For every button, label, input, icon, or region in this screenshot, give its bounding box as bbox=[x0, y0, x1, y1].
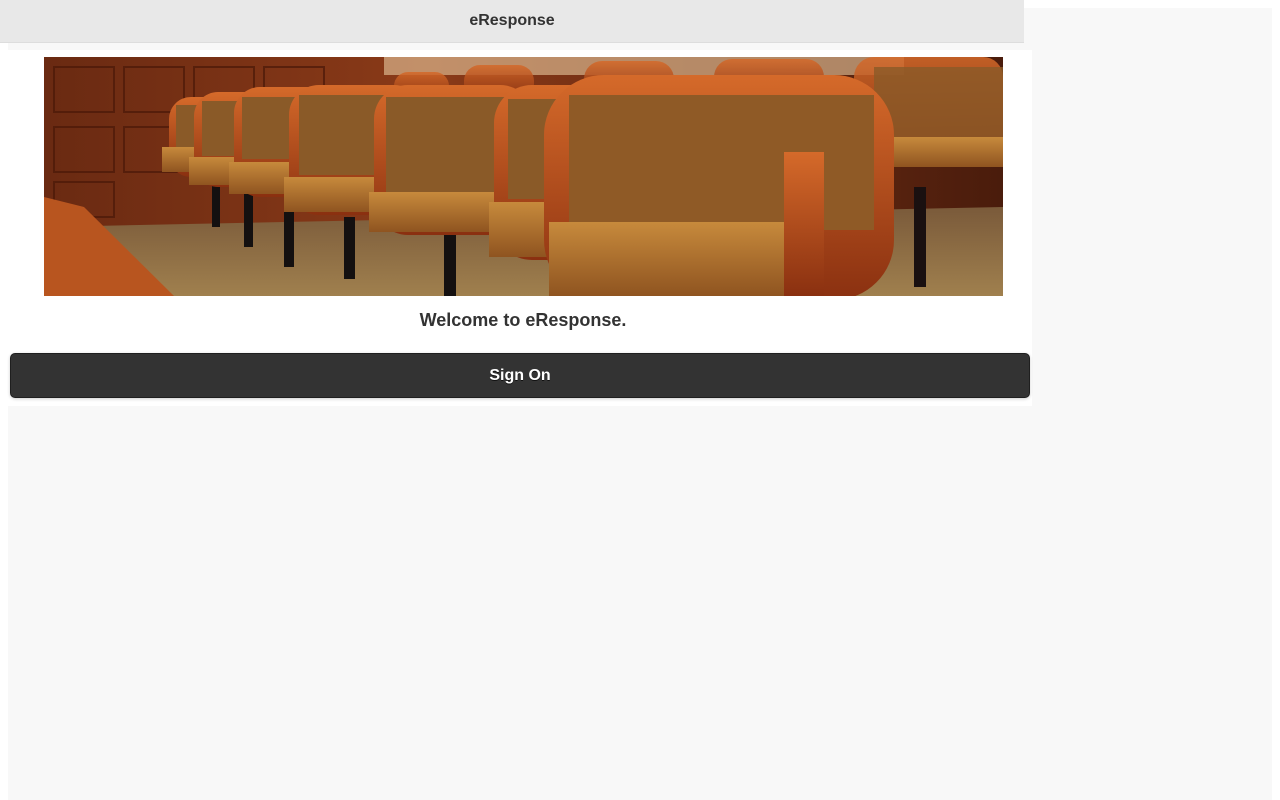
jury-box-banner-image bbox=[44, 57, 1003, 296]
page-title: eResponse bbox=[469, 12, 555, 29]
welcome-message: Welcome to eResponse. bbox=[419, 310, 627, 330]
app-header: eResponse bbox=[0, 0, 1024, 43]
sign-on-button[interactable]: Sign On bbox=[10, 353, 1030, 398]
